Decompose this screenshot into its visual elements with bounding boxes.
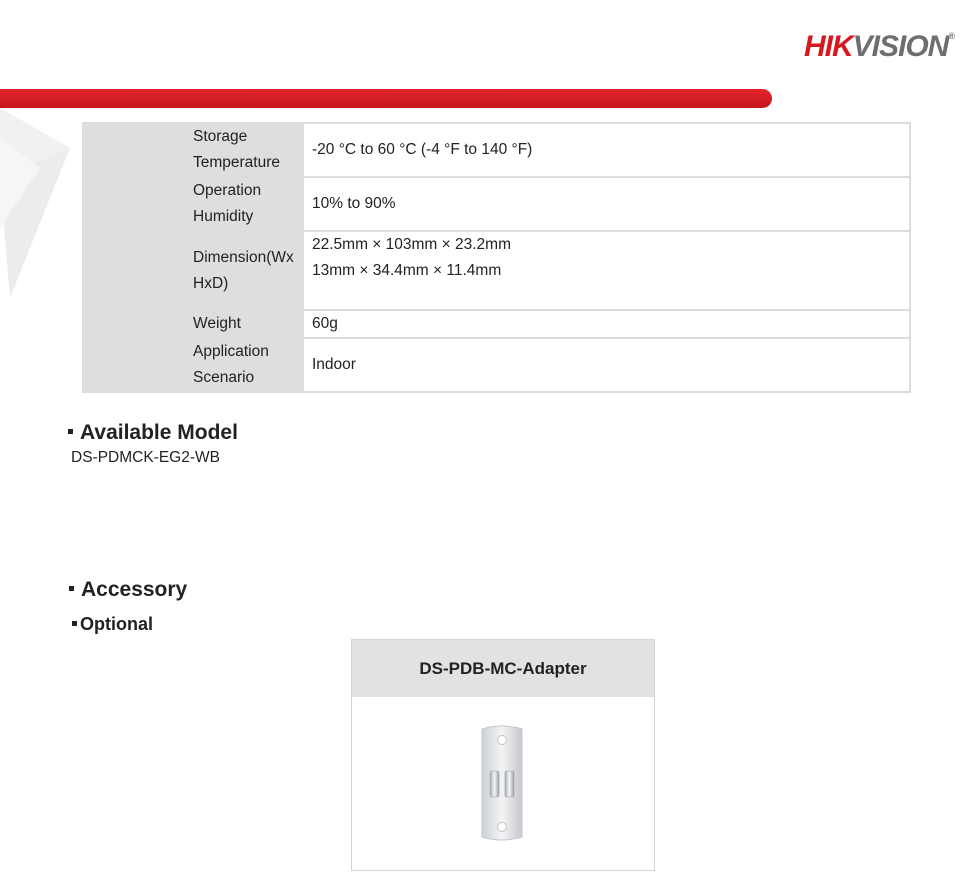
bullet-square-icon (72, 620, 77, 626)
model-number: DS-PDMCK-EG2-WB (71, 449, 220, 466)
accessory-card-title: DS-PDB-MC-Adapter (352, 640, 654, 697)
spec-row: Dimension(WxHxD) 22.5mm × 103mm × 23.2mm… (83, 230, 911, 311)
bullet-square-icon (68, 428, 73, 434)
hikvision-logo: HIKVISION® (803, 30, 955, 63)
spec-row: Weight 60g (83, 309, 911, 339)
spec-row: Operation Humidity 10% to 90% (83, 176, 911, 232)
dimension-line: 22.5mm × 103mm × 23.2mm (312, 236, 511, 253)
spec-value: -20 °C to 60 °C (-4 °F to 140 °F) (302, 122, 911, 178)
logo-vision: VISION (852, 30, 950, 63)
spec-row: Application Scenario Indoor (83, 337, 911, 393)
spec-label: Application Scenario (183, 337, 304, 393)
spec-row: Storage Temperature -20 °C to 60 °C (-4 … (82, 122, 911, 393)
decorative-shards (0, 108, 70, 298)
accessory-title: Accessory (81, 578, 188, 601)
spec-value: 60g (302, 309, 911, 339)
spec-category-cell (82, 122, 185, 393)
spec-label: Operation Humidity (183, 176, 304, 232)
available-model-title: Available Model (80, 421, 238, 444)
spec-table: Storage Temperature -20 °C to 60 °C (-4 … (82, 122, 911, 393)
spec-label: Weight (183, 309, 304, 339)
header-red-bar (0, 89, 772, 108)
accessory-card: DS-PDB-MC-Adapter (351, 639, 655, 871)
bullet-square-icon (69, 585, 74, 591)
logo-hik: HIK (803, 30, 854, 63)
registered-mark: ® (948, 31, 955, 41)
spec-value: Indoor (302, 337, 911, 393)
available-model-heading: Available Model (68, 421, 238, 445)
adapter-bracket-image (481, 725, 523, 841)
spec-label: Storage Temperature (183, 122, 304, 178)
spec-value: 22.5mm × 103mm × 23.2mm 13mm × 34.4mm × … (302, 230, 911, 311)
optional-title: Optional (80, 614, 153, 634)
dimension-line: 13mm × 34.4mm × 11.4mm (312, 262, 502, 279)
spec-value: 10% to 90% (302, 176, 911, 232)
spec-label: Dimension(WxHxD) (183, 230, 304, 311)
accessory-heading: Accessory (69, 578, 187, 602)
optional-subheading: Optional (72, 614, 153, 635)
